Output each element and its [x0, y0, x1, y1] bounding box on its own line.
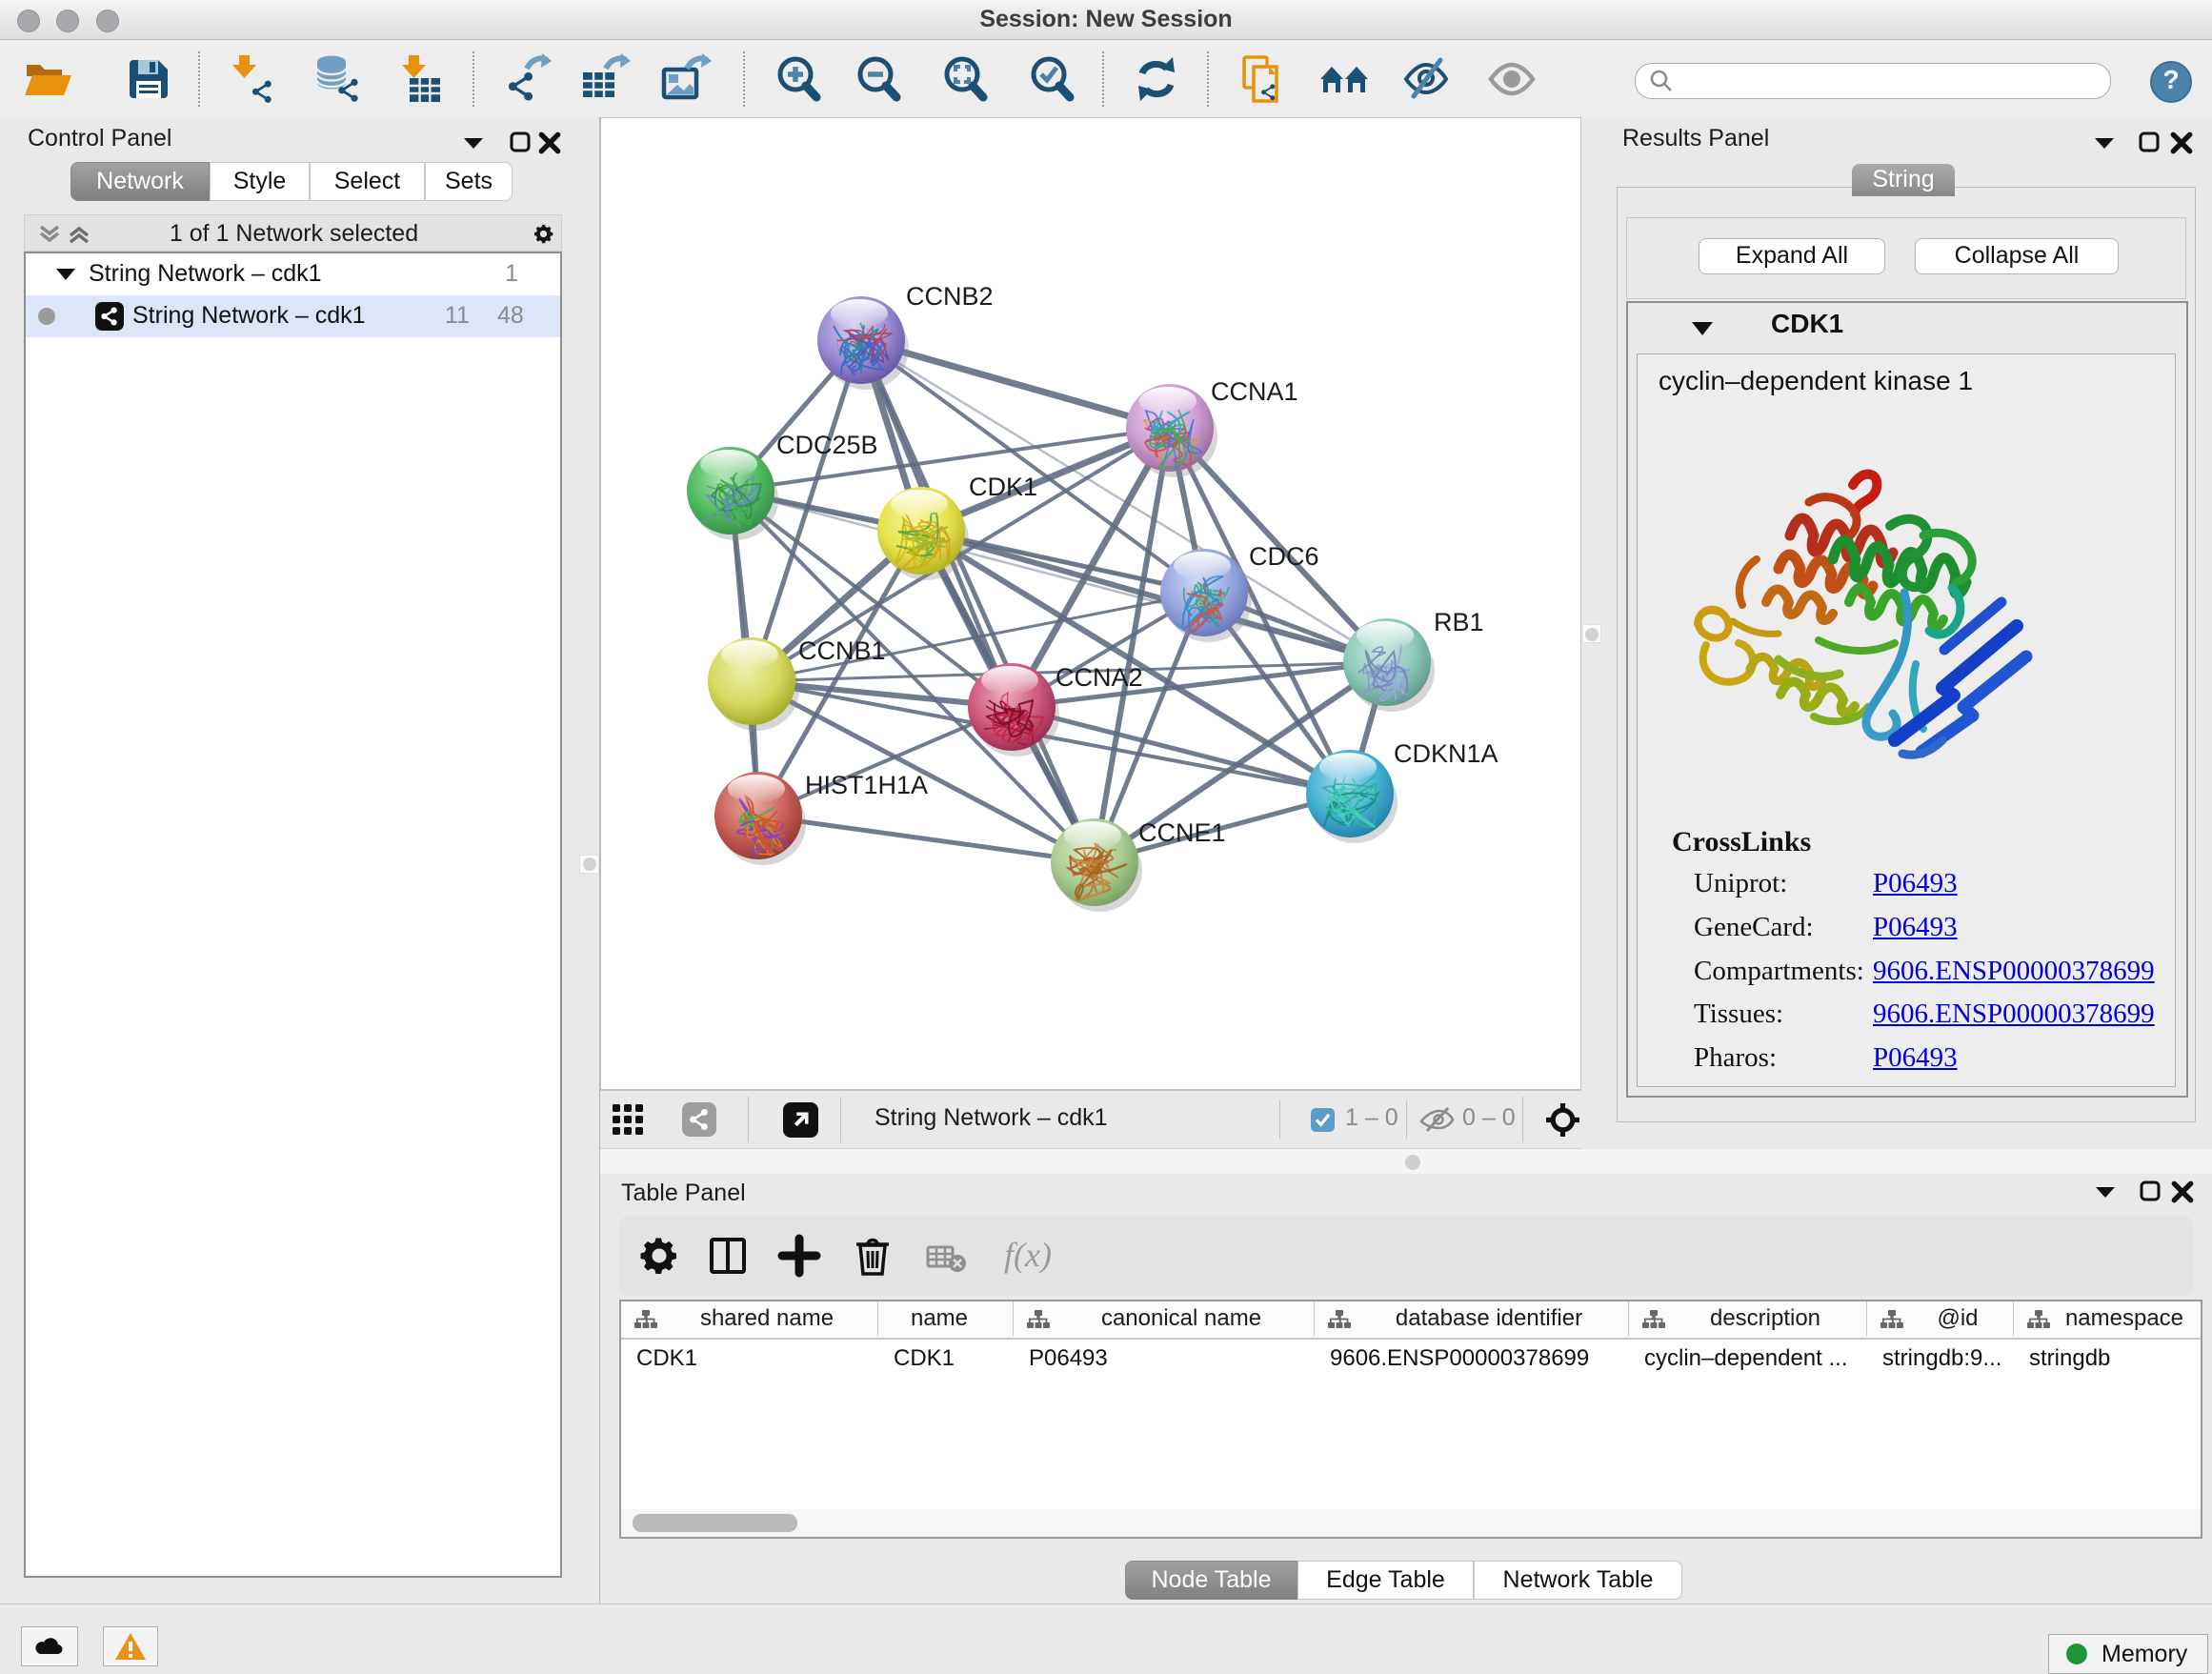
svg-text:CCNE1: CCNE1: [1138, 818, 1226, 847]
svg-text:CDKN1A: CDKN1A: [1394, 739, 1498, 768]
svg-text:f(x): f(x): [1004, 1236, 1052, 1274]
svg-text:CCNA2: CCNA2: [1056, 663, 1143, 692]
svg-text:CDC6: CDC6: [1249, 542, 1319, 571]
svg-text:CDK1: CDK1: [969, 473, 1037, 501]
svg-text:CCNB2: CCNB2: [906, 282, 994, 311]
svg-text:CCNA1: CCNA1: [1211, 377, 1298, 406]
svg-text:RB1: RB1: [1434, 608, 1484, 636]
svg-text:HIST1H1A: HIST1H1A: [805, 771, 928, 799]
svg-text:CCNB1: CCNB1: [798, 636, 886, 665]
svg-text:CDC25B: CDC25B: [776, 431, 878, 459]
